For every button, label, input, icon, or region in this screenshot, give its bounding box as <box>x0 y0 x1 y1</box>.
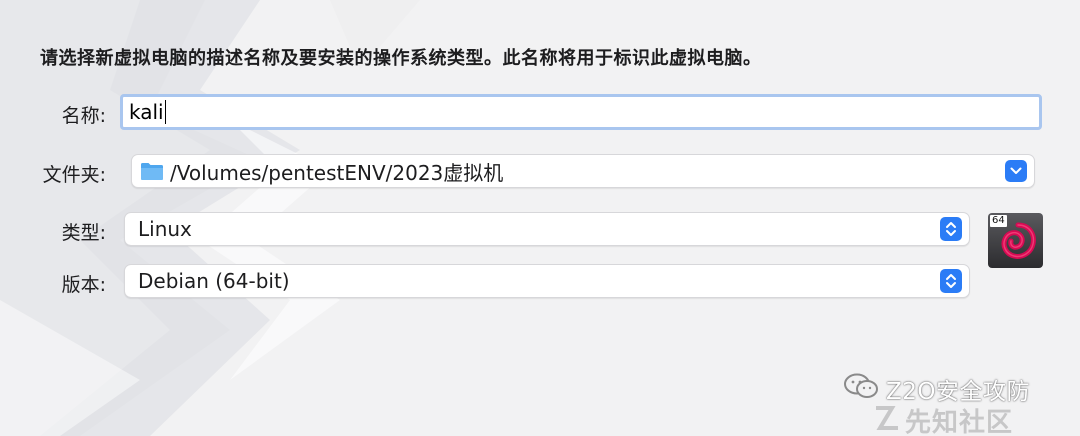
up-down-chevron-icon <box>946 274 956 288</box>
folder-path: /Volumes/pentestENV/2023虚拟机 <box>170 160 504 185</box>
name-input[interactable]: kali <box>120 94 1042 130</box>
site-watermark: 先知社区 <box>905 408 1014 436</box>
wechat-watermark: Z2O安全攻防 <box>886 379 1030 405</box>
chevron-down-icon <box>1010 167 1022 174</box>
type-popup[interactable]: Linux <box>124 212 970 246</box>
version-label: 版本: <box>61 274 106 296</box>
type-stepper-button[interactable] <box>940 217 962 241</box>
text-caret <box>164 100 166 124</box>
folder-dropdown-button[interactable] <box>1005 160 1027 182</box>
dialog-description: 请选择新虚拟电脑的描述名称及要安装的操作系统类型。此名称将用于标识此虚拟电脑。 <box>40 48 762 69</box>
up-down-chevron-icon <box>946 222 956 236</box>
type-label: 类型: <box>61 222 106 244</box>
folder-label: 文件夹: <box>42 164 106 186</box>
folder-popup[interactable]: /Volumes/pentestENV/2023虚拟机 <box>131 154 1035 188</box>
wechat-icon <box>844 373 878 398</box>
debian-icon: 64 <box>988 213 1043 268</box>
version-value: Debian (64-bit) <box>138 269 290 293</box>
xianzhi-logo-icon <box>876 406 898 430</box>
name-label: 名称: <box>61 105 106 127</box>
folder-icon <box>141 163 163 180</box>
os-bitness-badge: 64 <box>990 215 1007 227</box>
version-stepper-button[interactable] <box>940 269 962 293</box>
version-popup[interactable]: Debian (64-bit) <box>124 264 970 298</box>
new-vm-dialog: 请选择新虚拟电脑的描述名称及要安装的操作系统类型。此名称将用于标识此虚拟电脑。 … <box>0 0 1080 436</box>
type-value: Linux <box>138 217 192 241</box>
name-input-value: kali <box>129 100 164 124</box>
